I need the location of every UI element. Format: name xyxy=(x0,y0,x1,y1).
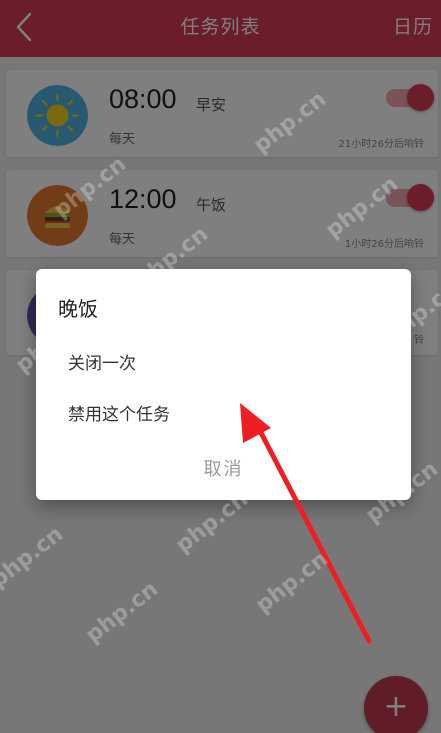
cancel-button[interactable]: 取消 xyxy=(36,455,411,481)
dialog-title: 晚饭 xyxy=(58,297,98,321)
disable-task-option[interactable]: 禁用这个任务 xyxy=(68,400,170,425)
screen: 任务列表 日历 08:00 早安 每天 21小时26分后响铃 xyxy=(0,0,441,733)
task-action-dialog: 晚饭 关闭一次 禁用这个任务 取消 xyxy=(36,269,411,500)
close-once-option[interactable]: 关闭一次 xyxy=(68,349,136,374)
